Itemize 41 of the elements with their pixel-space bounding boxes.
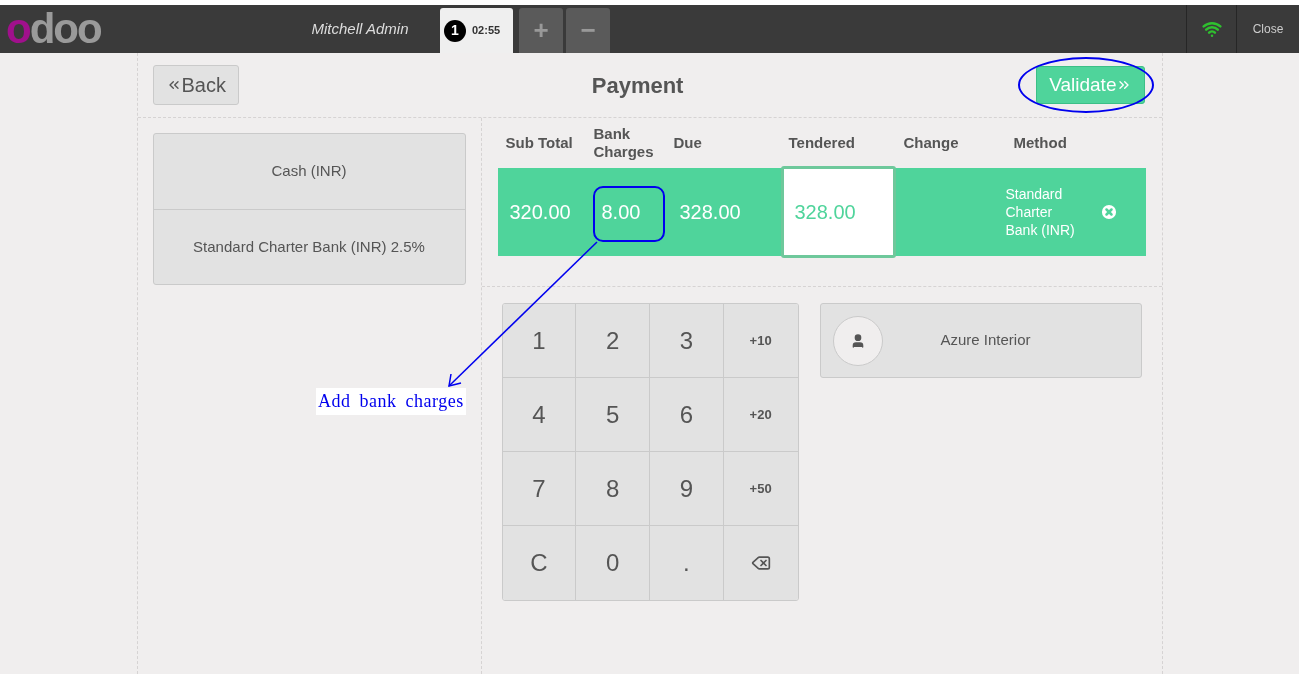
column-header: Change (902, 134, 960, 152)
numpad-key[interactable]: 3 (650, 304, 724, 378)
numpad-key[interactable]: C (502, 526, 577, 600)
numpad-key[interactable]: 8 (576, 452, 650, 526)
numpad-key[interactable]: 0 (576, 526, 650, 600)
backspace-icon (750, 553, 771, 573)
numpad-key[interactable]: 4 (502, 378, 577, 452)
numpad-key[interactable]: 6 (650, 378, 724, 452)
bank-charges-highlight (593, 186, 665, 242)
payment-method-button[interactable]: Cash (INR) (153, 134, 465, 209)
numpad-key[interactable]: . (650, 526, 724, 600)
backspace-key[interactable] (723, 526, 798, 600)
column-header: Bank Charges (592, 125, 655, 161)
bank-charges-cell: 8.00 (601, 201, 641, 223)
column-header: Tendered (787, 134, 856, 152)
logo: odoo (5, 5, 102, 53)
column-header: Due (672, 134, 703, 152)
numpad-key[interactable]: 9 (650, 452, 724, 526)
order-number-badge: 1 (444, 19, 466, 42)
due-cell-text: 328.00 (678, 200, 742, 225)
screen-title: Payment (591, 71, 684, 100)
numpad-key[interactable]: +20 (723, 378, 798, 452)
order-time: 02:55 (472, 23, 501, 39)
user-name: Mitchell Admin (310, 18, 410, 39)
payment-method-button[interactable]: Standard Charter Bank (INR) 2.5% (153, 209, 465, 284)
numpad-key[interactable]: 1 (502, 304, 577, 378)
customer-button[interactable]: Azure Interior (819, 303, 1142, 378)
numpad-key[interactable]: 5 (576, 378, 650, 452)
numpad-key[interactable]: +50 (723, 452, 798, 526)
sub-total-cell-text: 320.00 (508, 200, 572, 225)
numpad-key[interactable]: 2 (576, 304, 650, 378)
back-button[interactable]: Back (152, 65, 239, 105)
close-button[interactable]: Close (1236, 5, 1299, 53)
numpad-key[interactable]: 7 (502, 452, 577, 526)
wifi-icon (1201, 19, 1222, 39)
order-tab[interactable]: 1 02:55 (440, 8, 513, 53)
column-header: Sub Total (504, 134, 574, 152)
method-cell: Standard Charter Bank (INR) (1005, 185, 1076, 239)
numpad-key[interactable]: +10 (723, 304, 798, 378)
annotation-label: Add bank charges (316, 388, 466, 415)
column-header: Method (1012, 134, 1068, 152)
